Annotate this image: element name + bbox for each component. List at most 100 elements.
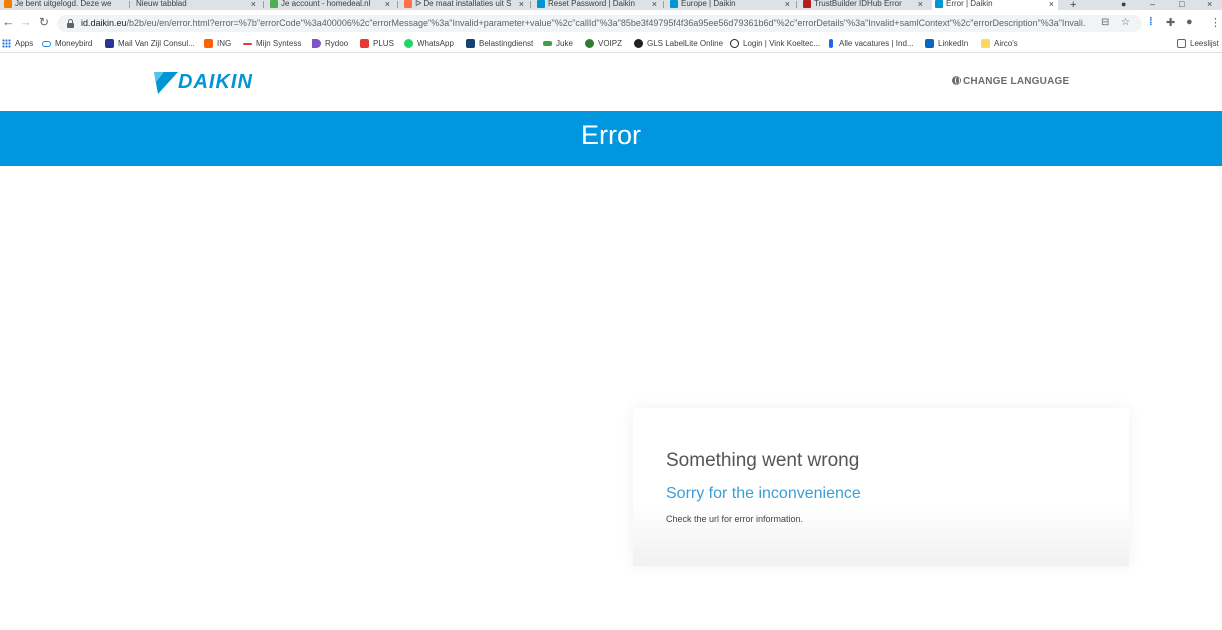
logo-text: DAIKIN xyxy=(178,71,253,93)
tab-7-active[interactable]: Error | Daikin × xyxy=(932,0,1058,10)
bookmark-label: WhatsApp xyxy=(417,39,454,48)
tab-favicon-icon xyxy=(670,0,678,8)
tab-close-icon[interactable]: × xyxy=(1049,0,1054,9)
juke-icon xyxy=(543,41,552,46)
profile-dot-icon[interactable]: ● xyxy=(1121,0,1126,9)
bookmark-label: Apps xyxy=(15,39,34,48)
bookmark-moneybird[interactable]: Moneybird xyxy=(42,39,92,49)
vink-icon xyxy=(730,39,739,48)
bookmark-star-icon[interactable]: ☆ xyxy=(1121,17,1130,28)
tab-close-icon[interactable]: × xyxy=(385,0,390,9)
tab-title: ᐅ De maat installaties uit S xyxy=(415,0,512,8)
plus-icon xyxy=(360,39,369,48)
apps-grid-icon xyxy=(2,39,11,48)
minimize-icon[interactable]: – xyxy=(1150,0,1155,9)
bookmark-linkedin[interactable]: LinkedIn xyxy=(925,39,968,49)
bookmark-label: GLS LabelLite Online xyxy=(647,39,724,48)
tab-close-icon[interactable]: × xyxy=(918,0,923,9)
reading-list-icon xyxy=(1177,39,1186,48)
bookmark-voipz[interactable]: VOIPZ xyxy=(585,39,622,49)
url-text[interactable]: id.daikin.eu/b2b/eu/en/error.html?error=… xyxy=(81,18,1086,29)
linkedin-icon xyxy=(925,39,934,48)
tab-0[interactable]: Je bent uitgelogd. Deze we xyxy=(4,0,124,10)
tab-title: TrustBuilder IDHub Error xyxy=(814,0,902,8)
change-language-link[interactable]: CHANGE LANGUAGE xyxy=(952,76,1069,87)
tab-title: Europe | Daikin xyxy=(681,0,736,8)
tab-6[interactable]: TrustBuilder IDHub Error × xyxy=(803,0,923,10)
tab-title: Error | Daikin xyxy=(946,0,993,8)
bookmark-juke[interactable]: Juke xyxy=(543,39,573,49)
tab-favicon-icon xyxy=(537,0,545,8)
bookmark-indeed[interactable]: Alle vacatures | Ind... xyxy=(829,39,914,49)
url-path: /b2b/eu/en/error.html?error=%7b"errorCod… xyxy=(126,18,1086,28)
error-title: Something went wrong xyxy=(666,450,860,471)
tab-close-icon[interactable]: × xyxy=(785,0,790,9)
new-tab-button[interactable]: + xyxy=(1070,0,1076,10)
profile-avatar-icon[interactable]: ● xyxy=(1186,16,1193,28)
maximize-icon[interactable]: □ xyxy=(1179,0,1184,9)
bookmark-label: VOIPZ xyxy=(598,39,623,48)
bookmark-plus[interactable]: PLUS xyxy=(360,39,394,49)
tab-title: Je account - homedeal.nl xyxy=(281,0,371,8)
tab-close-icon[interactable]: × xyxy=(519,0,524,9)
folder-icon xyxy=(981,39,990,48)
bookmark-label: Mail Van Zijl Consul... xyxy=(118,39,195,48)
tab-close-icon[interactable]: × xyxy=(251,0,256,9)
back-icon[interactable]: ← xyxy=(2,15,15,29)
tab-4[interactable]: Reset Password | Daikin × xyxy=(537,0,657,10)
tab-1[interactable]: Nieuw tabblad × xyxy=(136,0,256,10)
voipz-icon xyxy=(585,39,594,48)
forward-icon[interactable]: → xyxy=(19,15,32,29)
tab-2[interactable]: Je account - homedeal.nl × xyxy=(270,0,390,10)
bookmark-gls[interactable]: GLS LabelLite Online xyxy=(634,39,723,49)
tab-title: Reset Password | Daikin xyxy=(548,0,635,8)
tab-separator xyxy=(530,1,531,8)
tab-separator xyxy=(397,1,398,8)
reading-list-label: Leeslijst xyxy=(1190,39,1219,48)
bookmark-belastingdienst[interactable]: Belastingdienst xyxy=(466,39,533,49)
error-card: Something went wrong Sorry for the incon… xyxy=(633,408,1129,566)
bookmark-label: Alle vacatures | Ind... xyxy=(839,39,914,48)
bookmark-syntess[interactable]: Mijn Syntess xyxy=(243,39,301,49)
bookmark-label: Airco's xyxy=(994,39,1018,48)
tab-separator xyxy=(663,1,664,8)
tab-strip: Je bent uitgelogd. Deze we Nieuw tabblad… xyxy=(0,0,1222,10)
bookmark-vink[interactable]: Login | Vink Koeltec... xyxy=(730,39,820,49)
bookmark-label: Juke xyxy=(556,39,573,48)
bookmark-aircos[interactable]: Airco's xyxy=(981,39,1018,49)
bookmark-apps[interactable]: Apps xyxy=(2,39,33,49)
daikin-logo[interactable]: DAIKIN xyxy=(154,70,274,96)
bookmark-ing[interactable]: ING xyxy=(204,39,231,49)
page-title: Error xyxy=(581,120,641,150)
browser-menu-icon[interactable]: ⋮ xyxy=(1210,16,1221,29)
reading-list[interactable]: Leeslijst xyxy=(1177,39,1219,49)
ing-icon xyxy=(204,39,213,48)
window-close-icon[interactable]: × xyxy=(1207,0,1212,9)
site-header: DAIKIN CHANGE LANGUAGE xyxy=(0,54,1222,111)
change-language-label: CHANGE LANGUAGE xyxy=(963,76,1070,87)
tab-close-icon[interactable]: × xyxy=(652,0,657,9)
address-bar[interactable]: id.daikin.eu/b2b/eu/en/error.html?error=… xyxy=(57,15,1142,32)
tab-title: Je bent uitgelogd. Deze we xyxy=(15,0,112,8)
extension-icon[interactable]: ⁞ xyxy=(1149,16,1153,28)
mail-icon xyxy=(105,39,114,48)
bookmark-label: Belastingdienst xyxy=(479,39,534,48)
bookmark-rydoo[interactable]: Rydoo xyxy=(312,39,348,49)
page-banner: Error xyxy=(0,111,1222,166)
tab-3[interactable]: ᐅ De maat installaties uit S × xyxy=(404,0,524,10)
rydoo-icon xyxy=(312,39,321,48)
bookmark-label: Rydoo xyxy=(325,39,349,48)
tab-5[interactable]: Europe | Daikin × xyxy=(670,0,790,10)
bookmark-whatsapp[interactable]: WhatsApp xyxy=(404,39,454,49)
belastingdienst-icon xyxy=(466,39,475,48)
tab-favicon-icon xyxy=(935,0,943,8)
bookmark-label: Moneybird xyxy=(55,39,93,48)
translate-icon[interactable]: ⊟ xyxy=(1101,17,1109,28)
moneybird-icon xyxy=(42,41,51,47)
extensions-puzzle-icon[interactable]: ✚ xyxy=(1166,16,1175,29)
reload-icon[interactable]: ↻ xyxy=(39,15,49,29)
daikin-logo-mark-icon xyxy=(154,72,178,94)
bookmark-mail[interactable]: Mail Van Zijl Consul... xyxy=(105,39,195,49)
bookmarks-bar: Apps Moneybird Mail Van Zijl Consul... I… xyxy=(0,36,1222,53)
tab-favicon-icon xyxy=(270,0,278,8)
